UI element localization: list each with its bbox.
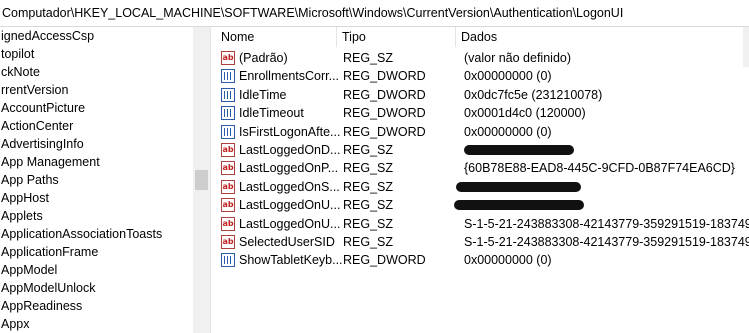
tree-item[interactable]: Appx bbox=[0, 315, 193, 333]
value-name: LastLoggedOnP... bbox=[239, 161, 339, 176]
tree-item[interactable]: AdvertisingInfo bbox=[0, 135, 193, 153]
value-data: {60B78E88-EAD8-445C-9CFD-0B87F74EA6CD} bbox=[464, 161, 735, 176]
value-data: 0x0dc7fc5e (231210078) bbox=[464, 87, 603, 102]
value-row[interactable]: ab SelectedUserSID REG_SZ S-1-5-21-24388330… bbox=[216, 233, 749, 251]
tree-item[interactable]: ApplicationFrame bbox=[0, 243, 193, 261]
value-name: IsFirstLogonAfte... bbox=[239, 124, 341, 139]
key-tree[interactable]: ignedAccessCsp topilot ckNote rrentVersion A… bbox=[0, 27, 193, 333]
binary-value-icon bbox=[221, 124, 235, 139]
value-name: IdleTimeout bbox=[239, 106, 304, 121]
tree-item[interactable]: rrentVersion bbox=[0, 81, 193, 99]
value-data: 0x00000000 (0) bbox=[464, 69, 552, 84]
value-data: S-1-5-21-243883308-42143779-359291519-18… bbox=[464, 235, 749, 249]
value-type: REG_SZ bbox=[343, 235, 394, 249]
binary-value-icon bbox=[221, 69, 235, 84]
value-name: ShowTabletKeyb... bbox=[239, 253, 343, 268]
value-name: IdleTime bbox=[239, 87, 287, 102]
value-type: REG_DWORD bbox=[343, 87, 426, 102]
value-row[interactable]: ab LastLoggedOnU... REG_SZ S-1-5-21-2438833… bbox=[216, 215, 749, 233]
tree-item[interactable]: AccountPicture bbox=[0, 99, 193, 117]
value-type: REG_SZ bbox=[343, 216, 394, 231]
value-type: REG_DWORD bbox=[343, 124, 426, 139]
tree-item[interactable]: AppReadiness bbox=[0, 297, 193, 315]
list-scrollbar[interactable] bbox=[743, 27, 749, 67]
list-header: Nome Tipo Dados bbox=[216, 27, 749, 47]
string-value-icon: ab bbox=[221, 51, 235, 65]
value-name: LastLoggedOnU... bbox=[239, 216, 341, 231]
value-name: SelectedUserSID bbox=[239, 235, 335, 249]
value-row[interactable]: IdleTimeout REG_DWORD 0x0001d4c0 (120000) bbox=[216, 104, 749, 122]
value-name: EnrollmentsCorr... bbox=[239, 69, 340, 84]
tree-item[interactable]: App Paths bbox=[0, 171, 193, 189]
tree-item[interactable]: ApplicationAssociationToasts bbox=[0, 225, 193, 243]
string-value-icon: ab bbox=[221, 143, 235, 157]
value-data: 0x00000000 (0) bbox=[464, 253, 552, 268]
value-type: REG_SZ bbox=[343, 179, 394, 194]
tree-item[interactable]: ckNote bbox=[0, 63, 193, 81]
value-row[interactable]: ab (Padrão) REG_SZ (valor não definido) bbox=[216, 49, 749, 67]
value-type: REG_SZ bbox=[343, 143, 394, 157]
value-data: 0x00000000 (0) bbox=[464, 124, 552, 139]
address-bar[interactable]: Computador\HKEY_LOCAL_MACHINE\SOFTWARE\M… bbox=[0, 0, 749, 27]
value-type: REG_DWORD bbox=[343, 253, 426, 268]
value-row[interactable]: ab LastLoggedOnP... REG_SZ {60B78E88-EAD8-4… bbox=[216, 159, 749, 177]
column-header-name[interactable]: Nome bbox=[216, 27, 337, 47]
string-value-icon: ab bbox=[221, 216, 235, 231]
value-name: (Padrão) bbox=[239, 51, 288, 65]
tree-item[interactable]: AppModel bbox=[0, 261, 193, 279]
value-type: REG_SZ bbox=[343, 161, 394, 176]
string-value-icon: ab bbox=[221, 235, 235, 249]
tree-item[interactable]: AppHost bbox=[0, 189, 193, 207]
tree-item[interactable]: topilot bbox=[0, 45, 193, 63]
value-name: LastLoggedOnU... bbox=[239, 198, 341, 213]
value-type: REG_DWORD bbox=[343, 69, 426, 84]
binary-value-icon bbox=[221, 87, 235, 102]
value-data: S-1-5-21-243883308-42143779-359291519-18… bbox=[464, 216, 749, 231]
binary-value-icon bbox=[221, 106, 235, 121]
tree-item[interactable]: ActionCenter bbox=[0, 117, 193, 135]
value-row[interactable]: EnrollmentsCorr... REG_DWORD 0x00000000 (0… bbox=[216, 67, 749, 85]
value-data: 0x0001d4c0 (120000) bbox=[464, 106, 586, 121]
value-row[interactable]: IsFirstLogonAfte... REG_DWORD 0x00000000 (… bbox=[216, 123, 749, 141]
value-data: (valor não definido) bbox=[464, 51, 572, 65]
column-header-type[interactable]: Tipo bbox=[337, 27, 456, 47]
column-header-data[interactable]: Dados bbox=[456, 27, 743, 47]
tree-item[interactable]: AppModelUnlock bbox=[0, 279, 193, 297]
value-type: REG_SZ bbox=[343, 51, 394, 65]
redaction-scribble bbox=[464, 145, 574, 155]
tree-item[interactable]: App Management bbox=[0, 153, 193, 171]
value-row[interactable]: IdleTime REG_DWORD 0x0dc7fc5e (231210078) bbox=[216, 86, 749, 104]
binary-value-icon bbox=[221, 253, 235, 268]
value-row[interactable]: ShowTabletKeyb... REG_DWORD 0x00000000 (0) bbox=[216, 251, 749, 269]
string-value-icon: ab bbox=[221, 198, 235, 213]
tree-scrollbar[interactable] bbox=[193, 27, 210, 333]
value-type: REG_SZ bbox=[343, 198, 394, 213]
scrollbar-thumb[interactable] bbox=[195, 170, 208, 190]
tree-item[interactable]: ignedAccessCsp bbox=[0, 27, 193, 45]
string-value-icon: ab bbox=[221, 161, 235, 176]
values-list[interactable]: Nome Tipo Dados ab (Padrão) REG_SZ (valor n… bbox=[216, 27, 749, 333]
value-type: REG_DWORD bbox=[343, 106, 426, 121]
string-value-icon: ab bbox=[221, 179, 235, 194]
value-name: LastLoggedOnD... bbox=[239, 143, 341, 157]
value-name: LastLoggedOnS... bbox=[239, 179, 340, 194]
tree-item[interactable]: Applets bbox=[0, 207, 193, 225]
redaction-scribble bbox=[454, 200, 584, 211]
redaction-scribble bbox=[456, 181, 581, 192]
